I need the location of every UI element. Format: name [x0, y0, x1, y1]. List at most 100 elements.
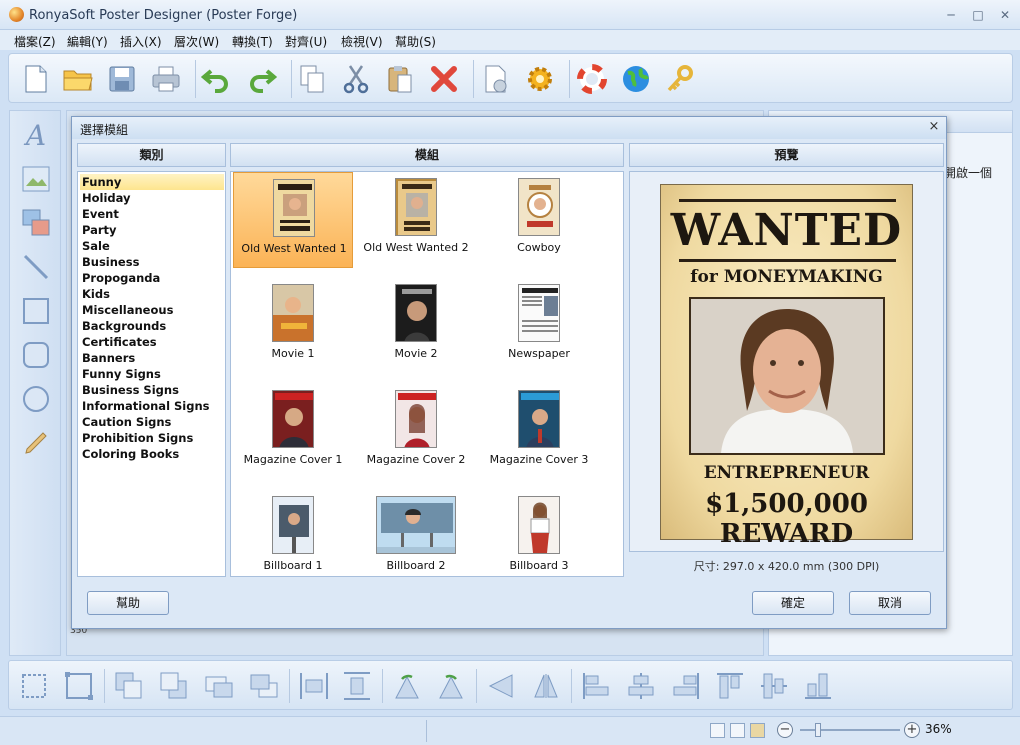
minimize-button[interactable]: ─ [940, 6, 962, 24]
category-item-funny-signs[interactable]: Funny Signs [80, 366, 224, 382]
image-tool-icon[interactable] [20, 163, 52, 195]
rectangle-tool-icon[interactable] [20, 295, 52, 327]
category-item-certificates[interactable]: Certificates [80, 334, 224, 350]
category-item-business[interactable]: Business [80, 254, 224, 270]
group-icon[interactable] [19, 671, 49, 701]
template-grid[interactable]: Old West Wanted 1 Old West Wanted 2 Cowb… [230, 171, 624, 577]
close-window-button[interactable]: ✕ [994, 6, 1016, 24]
template-label: Billboard 3 [509, 559, 569, 572]
undo-icon[interactable] [199, 62, 233, 96]
poster-headline: WANTED [670, 205, 903, 256]
send-backward-icon[interactable] [249, 671, 279, 701]
menu-transform[interactable]: 轉換(T) [232, 33, 273, 50]
template-item[interactable]: Old West Wanted 1 [233, 172, 353, 268]
maximize-button[interactable]: □ [967, 6, 989, 24]
grid-view-icon[interactable] [710, 723, 725, 738]
settings-gear-icon[interactable] [523, 62, 557, 96]
template-item[interactable]: Billboard 2 [356, 490, 476, 576]
print-icon[interactable] [149, 62, 183, 96]
category-item-funny[interactable]: Funny [80, 174, 224, 190]
align-middle-icon[interactable] [759, 671, 789, 701]
distribute-horizontal-icon[interactable] [299, 671, 329, 701]
template-item[interactable]: Movie 2 [356, 278, 476, 374]
save-icon[interactable] [105, 62, 139, 96]
category-item-informational-signs[interactable]: Informational Signs [80, 398, 224, 414]
template-item[interactable]: Magazine Cover 1 [233, 384, 353, 480]
rotate-left-icon[interactable] [392, 671, 422, 701]
align-right-icon[interactable] [671, 671, 701, 701]
category-item-coloring-books[interactable]: Coloring Books [80, 446, 224, 462]
category-item-prohibition-signs[interactable]: Prohibition Signs [80, 430, 224, 446]
template-label: Old West Wanted 2 [363, 241, 469, 254]
template-item[interactable]: Magazine Cover 3 [479, 384, 599, 480]
category-item-backgrounds[interactable]: Backgrounds [80, 318, 224, 334]
category-item-business-signs[interactable]: Business Signs [80, 382, 224, 398]
menu-layer[interactable]: 層次(W) [174, 33, 219, 50]
menu-view[interactable]: 檢視(V) [341, 33, 383, 50]
zoom-slider-thumb[interactable] [815, 723, 821, 737]
distribute-vertical-icon[interactable] [342, 671, 372, 701]
flip-vertical-icon[interactable] [531, 671, 561, 701]
help-button[interactable]: 幫助 [87, 591, 169, 615]
align-left-icon[interactable] [581, 671, 611, 701]
menu-file[interactable]: 檔案(Z) [14, 33, 56, 50]
pencil-tool-icon[interactable] [20, 427, 52, 459]
bring-forward-icon[interactable] [204, 671, 234, 701]
ok-button[interactable]: 確定 [752, 591, 834, 615]
template-item[interactable]: Magazine Cover 2 [356, 384, 476, 480]
template-item[interactable]: Billboard 3 [479, 490, 599, 576]
page-view-icon[interactable] [750, 723, 765, 738]
category-item-event[interactable]: Event [80, 206, 224, 222]
menu-edit[interactable]: 編輯(Y) [67, 33, 108, 50]
template-item[interactable]: Billboard 1 [233, 490, 353, 576]
template-item[interactable]: Old West Wanted 2 [356, 172, 476, 268]
template-item[interactable]: Newspaper [479, 278, 599, 374]
category-item-caution-signs[interactable]: Caution Signs [80, 414, 224, 430]
menu-help[interactable]: 幫助(S) [395, 33, 436, 50]
line-tool-icon[interactable] [20, 251, 52, 283]
text-tool-icon[interactable]: A [20, 119, 52, 152]
select-template-dialog: 選擇模組 × 類別 模組 預覽 Funny Holiday Event Part… [71, 116, 947, 629]
rotate-right-icon[interactable] [436, 671, 466, 701]
new-icon[interactable] [19, 62, 53, 96]
web-globe-icon[interactable] [619, 62, 653, 96]
flip-horizontal-icon[interactable] [486, 671, 516, 701]
category-item-propoganda[interactable]: Propoganda [80, 270, 224, 286]
help-lifebuoy-icon[interactable] [575, 62, 609, 96]
category-item-kids[interactable]: Kids [80, 286, 224, 302]
template-thumbnail [395, 178, 437, 236]
menu-align[interactable]: 對齊(U) [285, 33, 327, 50]
redo-icon[interactable] [245, 62, 279, 96]
properties-icon[interactable] [479, 62, 513, 96]
align-bottom-icon[interactable] [803, 671, 833, 701]
ungroup-icon[interactable] [64, 671, 94, 701]
category-item-holiday[interactable]: Holiday [80, 190, 224, 206]
template-item[interactable]: Movie 1 [233, 278, 353, 374]
rounded-rectangle-tool-icon[interactable] [20, 339, 52, 371]
open-folder-icon[interactable] [61, 62, 95, 96]
delete-icon[interactable] [427, 62, 461, 96]
dialog-close-button[interactable]: × [926, 119, 942, 135]
copy-icon[interactable] [295, 62, 329, 96]
template-thumbnail [273, 179, 315, 237]
bring-to-front-icon[interactable] [114, 671, 144, 701]
paste-icon[interactable] [383, 62, 417, 96]
category-list[interactable]: Funny Holiday Event Party Sale Business … [77, 171, 226, 577]
ellipse-tool-icon[interactable] [20, 383, 52, 415]
category-item-miscellaneous[interactable]: Miscellaneous [80, 302, 224, 318]
dots-view-icon[interactable] [730, 723, 745, 738]
template-item[interactable]: Cowboy [479, 172, 599, 268]
cancel-button[interactable]: 取消 [849, 591, 931, 615]
category-item-sale[interactable]: Sale [80, 238, 224, 254]
category-item-party[interactable]: Party [80, 222, 224, 238]
zoom-out-button[interactable]: − [777, 722, 793, 738]
menu-insert[interactable]: 插入(X) [120, 33, 162, 50]
send-to-back-icon[interactable] [159, 671, 189, 701]
zoom-in-button[interactable]: + [904, 722, 920, 738]
register-key-icon[interactable] [663, 62, 697, 96]
align-top-icon[interactable] [715, 671, 745, 701]
clipart-tool-icon[interactable] [20, 207, 52, 239]
category-item-banners[interactable]: Banners [80, 350, 224, 366]
cut-icon[interactable] [339, 62, 373, 96]
align-center-icon[interactable] [626, 671, 656, 701]
